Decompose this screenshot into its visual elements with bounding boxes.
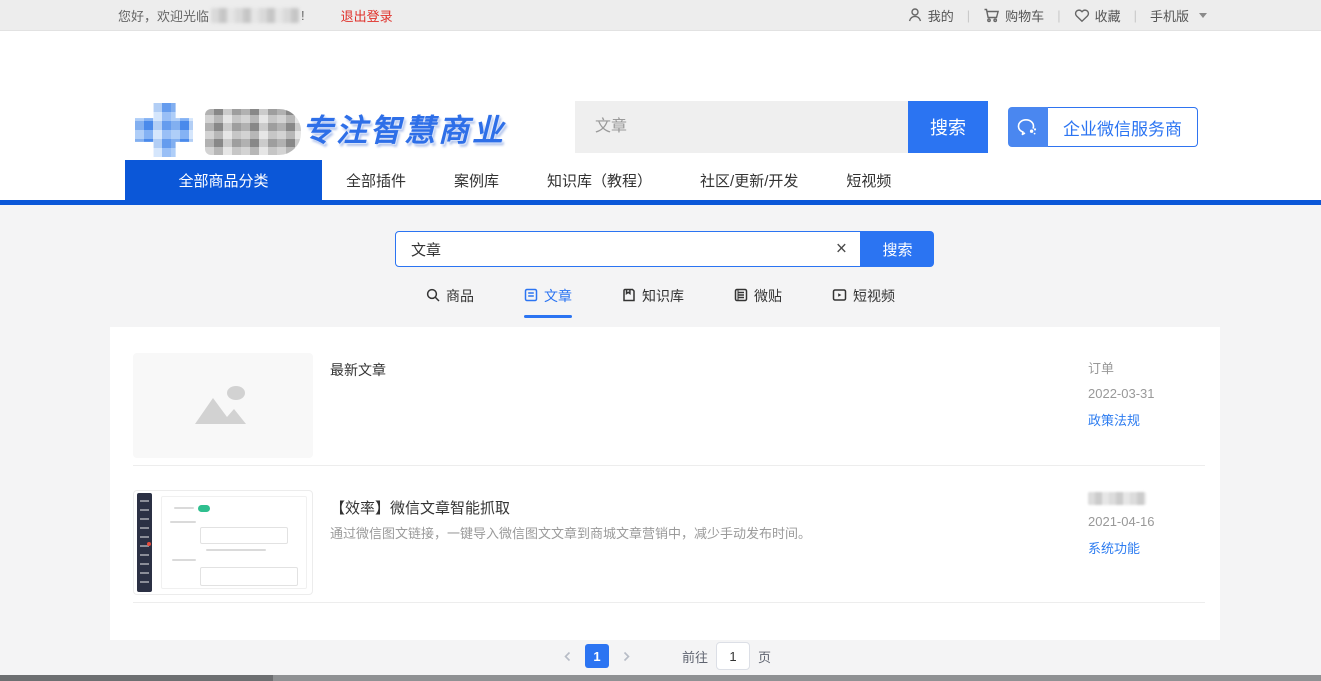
my-account-label: 我的	[928, 6, 954, 25]
goto-label: 前往	[682, 647, 708, 666]
logout-link[interactable]: 退出登录	[341, 6, 393, 25]
content-search: × 搜索	[395, 231, 934, 267]
slogan-text: 专注智慧商业	[302, 105, 506, 150]
topbar: 您好，欢迎光临! 退出登录 我的 | 购物车	[0, 0, 1321, 31]
search-icon	[426, 288, 440, 305]
favorites-label: 收藏	[1095, 6, 1121, 25]
row-divider	[133, 465, 1205, 466]
header-search-input[interactable]	[575, 101, 908, 153]
topbar-links: 我的 | 购物车 | 收藏 |	[907, 6, 1207, 25]
mini-line	[174, 507, 194, 509]
tab-knowledge[interactable]: 知识库	[622, 286, 684, 318]
result-type-tabs: 商品 文章 知识库 微贴	[0, 286, 1321, 318]
chevron-down-icon	[1199, 13, 1207, 18]
results-card: 最新文章 订单 2022-03-31 政策法规 【效率】微信文章智能抓取 通过微…	[110, 327, 1220, 640]
redacted-text	[1088, 492, 1146, 505]
content-search-button[interactable]: 搜索	[861, 231, 934, 267]
tab-knowledge-label: 知识库	[642, 286, 684, 306]
video-icon	[832, 288, 847, 305]
tab-articles[interactable]: 文章	[524, 286, 572, 318]
meta-date: 2021-04-16	[1088, 514, 1155, 529]
horizontal-scrollbar[interactable]	[0, 675, 1321, 681]
scrollbar-thumb[interactable]	[0, 675, 273, 681]
nav-item-all-categories[interactable]: 全部商品分类	[125, 160, 322, 200]
prev-page-button[interactable]	[550, 651, 585, 662]
pagination: 1 前往 页	[0, 641, 1321, 671]
image-placeholder-icon	[191, 384, 255, 428]
page-number-button[interactable]: 1	[585, 644, 609, 668]
article-icon	[524, 288, 538, 305]
mini-line	[206, 549, 266, 551]
result-meta: 订单 2022-03-31 政策法规	[1088, 358, 1155, 429]
tab-posts[interactable]: 微贴	[734, 286, 782, 318]
content-search-input[interactable]	[396, 232, 860, 266]
greeting: 您好，欢迎光临! 退出登录	[118, 6, 393, 25]
mini-toggle	[198, 505, 210, 512]
category-link[interactable]: 系统功能	[1088, 538, 1155, 557]
clear-icon[interactable]: ×	[836, 240, 847, 259]
goto-page-input[interactable]	[716, 642, 750, 670]
nav-item-case-library[interactable]: 案例库	[430, 160, 523, 200]
row-divider	[133, 602, 1205, 603]
cart-link[interactable]: 购物车	[983, 6, 1044, 25]
result-title[interactable]: 【效率】微信文章智能抓取	[330, 497, 510, 518]
tab-posts-label: 微贴	[754, 286, 782, 306]
redacted-username	[211, 8, 299, 23]
separator: |	[1057, 8, 1060, 23]
nav-item-all-plugins[interactable]: 全部插件	[322, 160, 430, 200]
greeting-suffix: !	[301, 8, 305, 23]
mobile-version-label: 手机版	[1150, 6, 1189, 25]
user-icon	[907, 7, 923, 23]
meta-date: 2022-03-31	[1088, 386, 1155, 401]
cart-label: 购物车	[1005, 6, 1044, 25]
mini-textarea	[200, 567, 298, 586]
nav-item-community[interactable]: 社区/更新/开发	[676, 160, 822, 200]
chevron-right-icon	[621, 651, 632, 662]
nav-item-short-video[interactable]: 短视频	[822, 160, 915, 200]
cart-icon	[983, 7, 1000, 23]
logo-name-redacted[interactable]	[205, 109, 301, 155]
separator: |	[1134, 8, 1137, 23]
result-thumbnail-placeholder[interactable]	[133, 353, 313, 458]
wechat-work-icon	[1008, 107, 1048, 147]
brand-slogan: 专注智慧商业 专注智慧商业	[302, 105, 506, 166]
category-link[interactable]: 政策法规	[1088, 410, 1155, 429]
main-nav: 全部商品分类 全部插件 案例库 知识库（教程） 社区/更新/开发 短视频	[0, 160, 1321, 200]
wechat-service-button[interactable]: 企业微信服务商	[1008, 107, 1198, 147]
page-unit-label: 页	[758, 647, 771, 666]
tab-articles-label: 文章	[544, 286, 572, 306]
heart-icon	[1074, 8, 1090, 23]
tab-short-video[interactable]: 短视频	[832, 286, 895, 318]
meta-label: 订单	[1088, 358, 1155, 377]
content-search-field: ×	[395, 231, 861, 267]
favorites-link[interactable]: 收藏	[1074, 6, 1121, 25]
tab-short-video-label: 短视频	[853, 286, 895, 306]
mini-line	[170, 521, 196, 523]
greeting-prefix: 您好，欢迎光临	[118, 6, 209, 25]
wechat-service-label: 企业微信服务商	[1048, 107, 1198, 147]
mini-textarea	[200, 527, 288, 544]
mini-form-panel	[161, 496, 307, 589]
result-thumbnail-screenshot[interactable]	[133, 490, 313, 595]
logo-mark-redacted[interactable]	[135, 103, 193, 157]
mini-badge	[147, 542, 151, 546]
page-root: 您好，欢迎光临! 退出登录 我的 | 购物车	[0, 0, 1321, 681]
result-description: 通过微信图文链接，一键导入微信图文文章到商城文章营销中，减少手动发布时间。	[330, 523, 811, 542]
separator: |	[967, 8, 970, 23]
chevron-left-icon	[562, 651, 573, 662]
notes-icon	[734, 288, 748, 305]
my-account-link[interactable]: 我的	[907, 6, 954, 25]
next-page-button[interactable]	[609, 651, 644, 662]
header-search: 搜索	[575, 101, 988, 153]
nav-item-knowledge-base[interactable]: 知识库（教程）	[523, 160, 676, 200]
result-title[interactable]: 最新文章	[330, 360, 386, 380]
mini-line	[172, 559, 196, 561]
result-meta: 2021-04-16 系统功能	[1088, 492, 1155, 557]
site-header: 专注智慧商业 专注智慧商业 搜索 企业微信服务商	[0, 31, 1321, 160]
book-icon	[622, 288, 636, 305]
tab-goods-label: 商品	[446, 286, 474, 306]
tab-goods[interactable]: 商品	[426, 286, 474, 318]
mobile-version-dropdown[interactable]: 手机版	[1150, 6, 1207, 25]
header-search-button[interactable]: 搜索	[908, 101, 988, 153]
